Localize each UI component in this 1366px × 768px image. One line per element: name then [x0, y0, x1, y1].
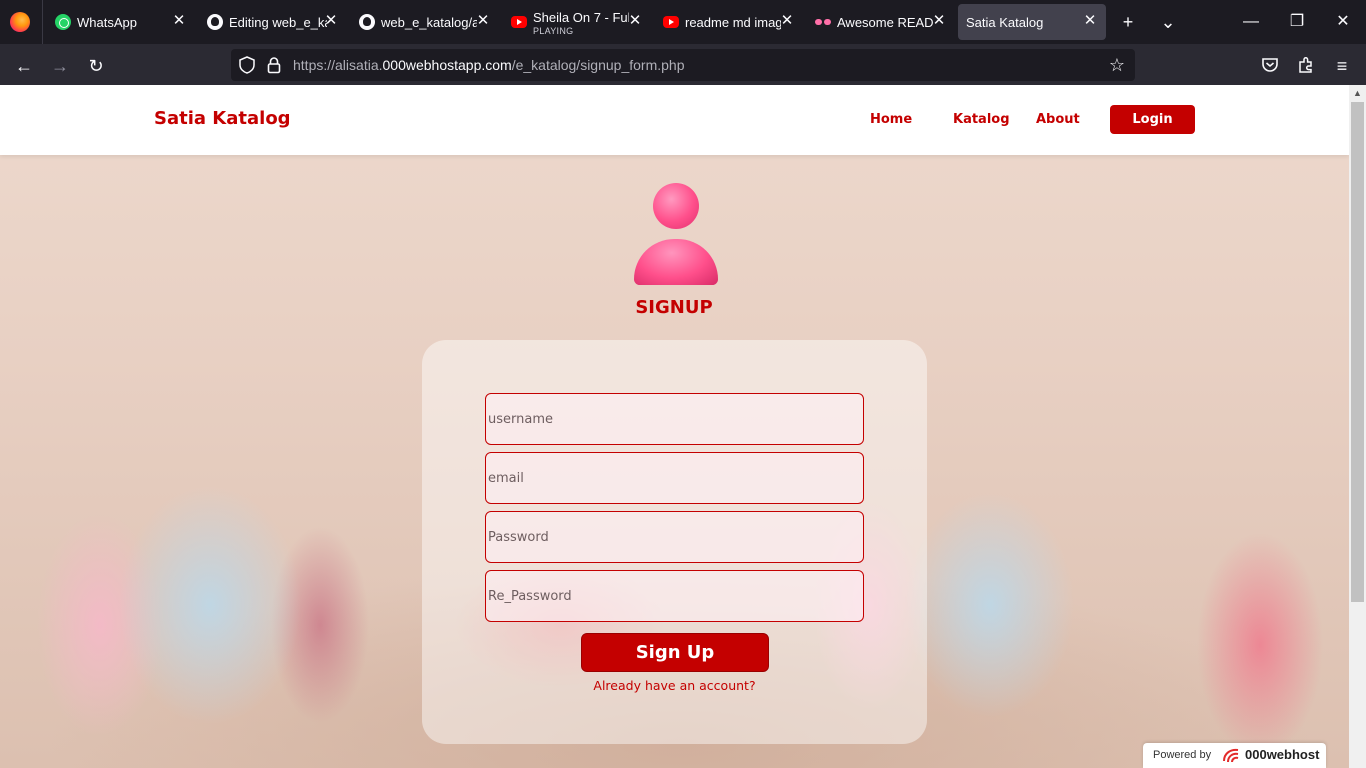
- glasses-icon: [815, 14, 831, 30]
- browser-nav-bar: ← → ↻ https://alisatia.000webhostapp.com…: [0, 44, 1366, 85]
- avatar-body: [634, 239, 718, 285]
- email-input[interactable]: [485, 452, 864, 504]
- url-text[interactable]: https://alisatia.000webhostapp.com/e_kat…: [293, 57, 685, 73]
- tab-title: readme md image: [685, 15, 781, 30]
- powered-by-name: 000webhost: [1245, 747, 1320, 762]
- site-brand[interactable]: Satia Katalog: [154, 108, 291, 129]
- tab-close-icon[interactable]: ✕: [931, 13, 947, 29]
- youtube-icon: [511, 16, 527, 28]
- tab-playing-label: PLAYING: [533, 26, 574, 36]
- back-arrow-icon[interactable]: ←: [10, 52, 38, 80]
- tab-close-icon[interactable]: ✕: [779, 13, 795, 29]
- bookmark-star-icon[interactable]: ☆: [1107, 55, 1127, 75]
- tab-web-e-katalog-assets[interactable]: web_e_katalog/assets ✕: [359, 4, 499, 40]
- url-domain: 000webhostapp.com: [382, 57, 512, 73]
- url-path: /e_katalog/signup_form.php: [511, 57, 685, 73]
- tab-awesome-readme[interactable]: Awesome README ✕: [815, 4, 955, 40]
- powered-by-label: Powered by: [1153, 749, 1212, 761]
- firefox-menu-icon[interactable]: [10, 12, 30, 32]
- tab-title: WhatsApp: [77, 15, 137, 30]
- tab-close-icon[interactable]: ✕: [627, 13, 643, 29]
- tab-list-button[interactable]: ⌄: [1156, 10, 1180, 34]
- github-icon: [207, 14, 223, 30]
- username-input[interactable]: [485, 393, 864, 445]
- signup-submit-button[interactable]: Sign Up: [581, 633, 769, 672]
- tab-title: Awesome README: [837, 15, 933, 30]
- hamburger-menu-icon[interactable]: ≡: [1328, 52, 1356, 80]
- url-prefix: https://alisatia.: [293, 57, 383, 73]
- whatsapp-icon: [55, 14, 71, 30]
- url-bar[interactable]: https://alisatia.000webhostapp.com/e_kat…: [231, 49, 1135, 81]
- lock-icon[interactable]: [267, 56, 281, 74]
- already-have-account-link[interactable]: Already have an account?: [552, 678, 797, 693]
- tab-close-icon[interactable]: ✕: [475, 13, 491, 29]
- reload-icon[interactable]: ↻: [82, 52, 110, 80]
- new-tab-button[interactable]: +: [1116, 10, 1140, 34]
- tab-satia-katalog[interactable]: Satia Katalog ✕: [958, 4, 1106, 40]
- tab-title: Sheila On 7 - Full Album: [533, 10, 629, 25]
- scroll-up-arrow-icon[interactable]: ▲: [1349, 85, 1366, 102]
- login-button[interactable]: Login: [1110, 105, 1195, 134]
- user-avatar-icon: [632, 183, 718, 287]
- github-icon: [359, 14, 375, 30]
- site-header: Satia Katalog Home Katalog About Login: [0, 85, 1349, 155]
- restore-icon[interactable]: ❐: [1274, 0, 1320, 44]
- pocket-icon[interactable]: [1261, 57, 1279, 73]
- tab-close-icon[interactable]: ✕: [171, 13, 187, 29]
- tab-close-icon[interactable]: ✕: [323, 13, 339, 29]
- powered-by-badge[interactable]: Powered by 000webhost: [1143, 743, 1326, 768]
- signup-heading: SIGNUP: [635, 297, 713, 318]
- browser-tab-strip: WhatsApp ✕ Editing web_e_katalog ✕ web_e…: [0, 0, 1366, 44]
- tab-title: Editing web_e_katalog: [229, 15, 327, 30]
- scroll-thumb[interactable]: [1351, 102, 1364, 602]
- tab-editing-web-e-katalog[interactable]: Editing web_e_katalog ✕: [207, 4, 347, 40]
- avatar-head: [653, 183, 699, 229]
- tab-title: web_e_katalog/assets: [381, 15, 477, 30]
- forward-arrow-icon[interactable]: →: [46, 52, 74, 80]
- nav-home-link[interactable]: Home: [870, 112, 912, 127]
- nav-about-link[interactable]: About: [1036, 112, 1080, 127]
- 000webhost-logo-icon: [1223, 748, 1239, 763]
- extensions-puzzle-icon[interactable]: [1297, 56, 1315, 74]
- tab-readme-md-image[interactable]: readme md image ✕: [663, 4, 803, 40]
- tab-sheila-on-7[interactable]: Sheila On 7 - Full Album PLAYING ✕: [511, 4, 651, 40]
- tab-title: Satia Katalog: [966, 15, 1044, 30]
- tab-separator: [42, 0, 43, 44]
- tab-whatsapp[interactable]: WhatsApp ✕: [55, 4, 195, 40]
- page-viewport: Satia Katalog Home Katalog About Login S…: [0, 85, 1349, 768]
- youtube-icon: [663, 16, 679, 28]
- password-input[interactable]: [485, 511, 864, 563]
- minimize-icon[interactable]: —: [1228, 0, 1274, 44]
- repassword-input[interactable]: [485, 570, 864, 622]
- signup-form-card: Sign Up Already have an account?: [422, 340, 927, 744]
- close-window-icon[interactable]: ✕: [1320, 0, 1366, 44]
- tab-close-icon[interactable]: ✕: [1082, 13, 1098, 29]
- nav-katalog-link[interactable]: Katalog: [953, 112, 1010, 127]
- tracking-shield-icon[interactable]: [239, 56, 255, 74]
- page-scrollbar[interactable]: ▲: [1349, 85, 1366, 768]
